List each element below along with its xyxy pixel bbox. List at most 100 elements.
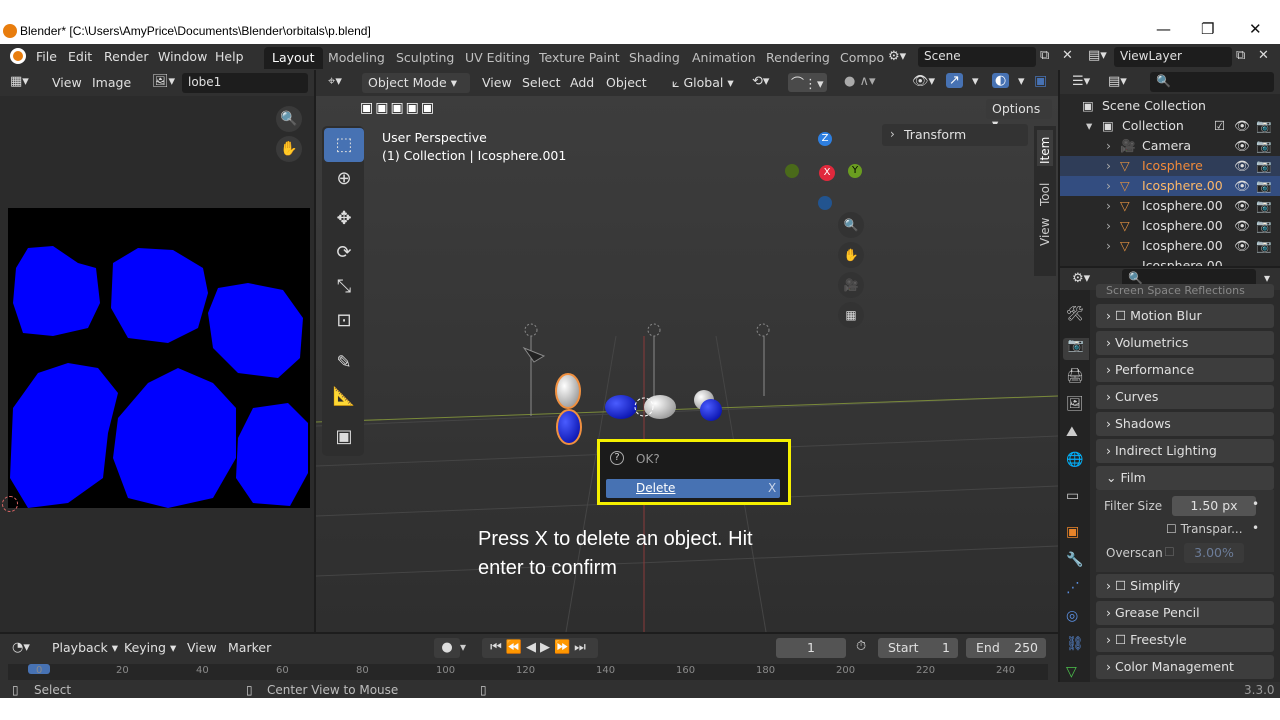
overscan-checkbox[interactable]: ☐ [1164, 545, 1175, 559]
gizmo-x-axis[interactable]: X [819, 165, 835, 181]
scene-field[interactable]: Scene [918, 47, 1036, 67]
viewport-add-menu[interactable]: Add [570, 75, 594, 90]
data-tab-icon[interactable]: ▽ [1066, 664, 1077, 680]
section-grease-pencil[interactable]: › Grease Pencil [1096, 601, 1274, 625]
section-performance[interactable]: › Performance [1096, 358, 1274, 382]
camera-render-icon[interactable]: 📷 [1256, 198, 1272, 214]
keying-menu[interactable]: Keying ▾ [124, 640, 176, 655]
outliner-item-icosphere-002[interactable]: › ▽ Icosphere.00 👁 📷 [1060, 196, 1280, 216]
snap-icon[interactable]: ⌒⋮▾ [788, 73, 827, 92]
menu-render[interactable]: Render [104, 49, 149, 64]
outliner-collection[interactable]: ▾ ▣ Collection ☑ 👁 📷 [1060, 116, 1280, 136]
record-icon[interactable]: ● [434, 638, 460, 658]
camera-render-icon[interactable]: 📷 [1256, 178, 1272, 194]
timeline-ruler[interactable]: 0 20 40 60 80 100 120 140 160 180 200 220 240 [8, 664, 1048, 680]
section-freestyle[interactable]: › ☐ Freestyle [1096, 628, 1274, 652]
world-tab-icon[interactable]: 🌐 [1066, 452, 1083, 468]
camera-render-icon[interactable]: 📷 [1256, 118, 1272, 134]
measure-tool-icon[interactable]: 📐 [324, 380, 364, 414]
outliner-item-icosphere-004[interactable]: › ▽ Icosphere.00 👁 📷 [1060, 236, 1280, 256]
pivot-point-icon[interactable]: ⟲▾ [752, 74, 769, 89]
gizmo-dropdown-icon[interactable]: ▾ [972, 74, 979, 89]
proportional-editing-icon[interactable]: ● ∧▾ [844, 74, 876, 89]
section-volumetrics[interactable]: › Volumetrics [1096, 331, 1274, 355]
view-layer-icon[interactable]: ▤▾ [1088, 48, 1107, 63]
properties-type-icon[interactable]: ⚙▾ [1072, 271, 1090, 286]
checkbox-icon[interactable]: ☐ [1115, 308, 1130, 323]
move-tool-icon[interactable]: ✥ [324, 202, 364, 236]
restore-button[interactable]: ❐ [1201, 20, 1214, 38]
zoom-icon[interactable]: 🔍 [276, 106, 302, 132]
camera-render-icon[interactable]: 📷 [1256, 158, 1272, 174]
menu-help[interactable]: Help [215, 49, 244, 64]
add-cube-tool-icon[interactable]: ▣ [324, 420, 364, 454]
chevron-down-icon[interactable]: ▾ [1264, 271, 1270, 285]
particles-tab-icon[interactable]: ⋰ [1066, 580, 1080, 596]
section-color-management[interactable]: › Color Management [1096, 655, 1274, 679]
gizmo-neg-y-axis[interactable] [785, 164, 799, 178]
perspective-toggle-icon[interactable]: ▦ [838, 302, 864, 328]
outliner-scene-collection[interactable]: ▣ Scene Collection [1060, 96, 1280, 116]
outliner-type-icon[interactable]: ☰▾ [1072, 74, 1090, 89]
tool-tab-icon[interactable]: 🛠 [1066, 306, 1084, 322]
constraints-tab-icon[interactable]: ⛓ [1066, 636, 1084, 652]
camera-render-icon[interactable]: 📷 [1256, 218, 1272, 234]
collection-tab-icon[interactable]: ▭ [1066, 488, 1079, 504]
timeline-editor-type-icon[interactable]: ◔▾ [12, 640, 30, 655]
outliner-item-camera[interactable]: › 🎥 Camera 👁 📷 [1060, 136, 1280, 156]
eye-icon[interactable]: 👁 [1234, 158, 1250, 174]
section-indirect-lighting[interactable]: › Indirect Lighting [1096, 439, 1274, 463]
camera-render-icon[interactable]: 📷 [1256, 238, 1272, 254]
timer-icon[interactable]: ⏱ [856, 639, 866, 654]
eye-icon[interactable]: 👁 [1234, 178, 1250, 194]
keyframe-dot-icon[interactable]: • [1252, 497, 1259, 511]
tab-tool[interactable]: Tool [1037, 174, 1053, 208]
cursor-tool-icon[interactable]: ⊕ [324, 162, 364, 196]
menu-edit[interactable]: Edit [68, 49, 92, 64]
delete-scene-icon[interactable]: ✕ [1062, 48, 1073, 63]
select-box-tool-icon[interactable]: ⬚ [324, 128, 364, 162]
playback-controls-icon[interactable]: ⏮⏪◀▶⏩⏭ [482, 638, 598, 658]
tab-sculpting[interactable]: Sculpting [388, 47, 462, 69]
tab-item[interactable]: Item [1037, 130, 1053, 166]
minimize-button[interactable]: — [1156, 20, 1171, 38]
outliner-search-input[interactable]: 🔍 [1150, 72, 1274, 92]
viewport-view-menu[interactable]: View [482, 75, 512, 90]
zoom-view-icon[interactable]: 🔍 [838, 212, 864, 238]
outliner[interactable]: ▣ Scene Collection ▾ ▣ Collection ☑ 👁 📷 … [1060, 94, 1280, 266]
output-tab-icon[interactable]: 🖨 [1066, 368, 1084, 384]
start-frame-field[interactable]: Start 1 [878, 638, 958, 658]
xray-icon[interactable]: ▣ [1034, 73, 1047, 89]
tab-animation[interactable]: Animation [684, 47, 764, 69]
image-view-menu[interactable]: View [52, 75, 82, 90]
chevron-down-icon[interactable]: ▾ [460, 640, 466, 654]
playback-menu[interactable]: Playback ▾ [52, 640, 118, 655]
outliner-item-icosphere-003[interactable]: › ▽ Icosphere.00 👁 📷 [1060, 216, 1280, 236]
scale-tool-icon[interactable]: ⤡ [324, 270, 364, 304]
delete-view-layer-icon[interactable]: ✕ [1258, 48, 1269, 63]
object-mode-dropdown[interactable]: Object Mode ▾ [362, 73, 470, 93]
timeline[interactable]: ◔▾ Playback ▾ Keying ▾ View Marker ● ▾ ⏮… [0, 634, 1058, 682]
checkbox-icon[interactable]: ☐ [1115, 578, 1130, 593]
overlays-dropdown-icon[interactable]: ▾ [1018, 74, 1025, 89]
viewport-select-menu[interactable]: Select [522, 75, 561, 90]
eye-icon[interactable]: 👁 [1234, 198, 1250, 214]
camera-view-icon[interactable]: 🎥 [838, 272, 864, 298]
menu-window[interactable]: Window [158, 49, 207, 64]
section-shadows[interactable]: › Shadows [1096, 412, 1274, 436]
tab-layout[interactable]: Layout [264, 47, 323, 69]
overlays-toggle-icon[interactable]: ◐ [992, 73, 1010, 88]
checkbox-icon[interactable]: ☐ [1115, 632, 1130, 647]
scene-tab-icon[interactable]: ⛰ [1066, 424, 1078, 440]
viewport-object-menu[interactable]: Object [606, 75, 647, 90]
outliner-item-icosphere-001[interactable]: › ▽ Icosphere.00 👁 📷 [1060, 176, 1280, 196]
section-simplify[interactable]: › ☐ Simplify [1096, 574, 1274, 598]
current-frame-field[interactable]: 1 [776, 638, 846, 658]
tab-compositing[interactable]: Compo [832, 47, 892, 69]
section-screen-space-reflections[interactable]: Screen Space Reflections [1096, 284, 1274, 298]
object-tab-icon[interactable]: ▣ [1066, 524, 1079, 540]
image-name-field[interactable]: lobe1 [182, 73, 308, 93]
image-browse-icon[interactable]: 🖼▾ [152, 74, 175, 89]
eye-icon[interactable]: 👁 [1234, 138, 1250, 154]
gizmo-neg-z-axis[interactable] [818, 196, 832, 210]
